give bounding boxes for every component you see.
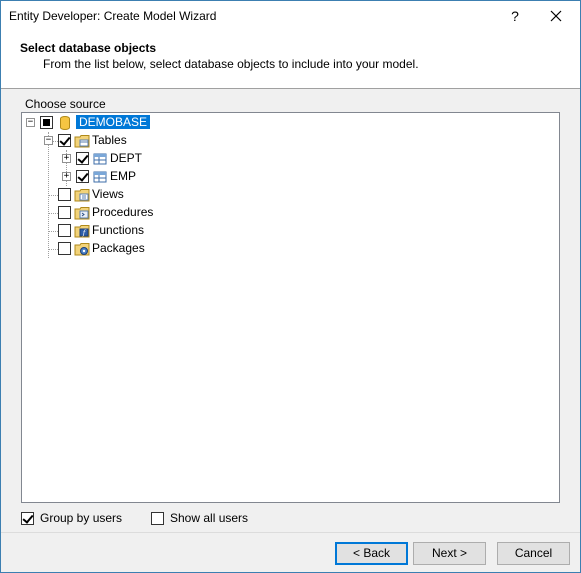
tree-node-dept[interactable]: + DEPT [22,150,222,168]
table-icon [93,153,107,165]
packages-checkbox[interactable] [58,242,71,255]
source-tree[interactable]: − DEMOBASE − Tables + DEPT + EMP Views P… [21,112,560,503]
procedures-checkbox[interactable] [58,206,71,219]
collapse-toggle[interactable]: − [44,136,53,145]
tree-node-procedures[interactable]: Procedures [22,204,222,222]
database-icon [60,116,70,130]
folder-functions-icon: f [74,225,90,238]
page-title: Select database objects [20,41,157,55]
tables-checkbox[interactable] [58,134,71,147]
folder-tables-icon [74,135,90,148]
show-all-users-option[interactable]: Show all users [151,511,248,525]
functions-label[interactable]: Functions [92,223,144,237]
show-all-users-checkbox[interactable] [151,511,164,525]
next-button[interactable]: Next > [413,542,486,565]
page-subtitle: From the list below, select database obj… [43,57,419,71]
cancel-button[interactable]: Cancel [497,542,570,565]
show-all-users-label[interactable]: Show all users [170,511,248,525]
help-button[interactable]: ? [505,6,525,26]
tree-node-views[interactable]: Views [22,186,222,204]
views-label[interactable]: Views [92,187,124,201]
collapse-toggle[interactable]: − [26,118,35,127]
emp-label[interactable]: EMP [110,169,136,183]
emp-checkbox[interactable] [76,170,89,183]
packages-label[interactable]: Packages [92,241,145,255]
expand-toggle[interactable]: + [62,172,71,181]
group-by-users-checkbox[interactable] [21,511,34,525]
back-button[interactable]: < Back [335,542,408,565]
close-icon [550,10,562,22]
choose-source-label: Choose source [25,97,106,111]
demobase-checkbox[interactable] [40,116,53,129]
tree-node-demobase[interactable]: − DEMOBASE [22,114,222,132]
folder-views-icon [74,189,90,202]
tree-node-functions[interactable]: f Functions [22,222,222,240]
wizard-header: Select database objects From the list be… [1,31,580,89]
procedures-label[interactable]: Procedures [92,205,153,219]
views-checkbox[interactable] [58,188,71,201]
tree-node-emp[interactable]: + EMP [22,168,222,186]
footer-divider [1,532,580,533]
wizard-window: Entity Developer: Create Model Wizard ? … [0,0,581,573]
group-by-users-option[interactable]: Group by users [21,511,122,525]
folder-packages-icon [74,243,90,256]
demobase-label[interactable]: DEMOBASE [76,115,151,129]
tables-label[interactable]: Tables [92,133,127,147]
functions-checkbox[interactable] [58,224,71,237]
title-bar: Entity Developer: Create Model Wizard ? [1,1,580,31]
group-by-users-label[interactable]: Group by users [40,511,122,525]
tree-node-packages[interactable]: Packages [22,240,222,258]
dept-checkbox[interactable] [76,152,89,165]
dept-label[interactable]: DEPT [110,151,142,165]
table-icon [93,171,107,183]
tree-node-tables[interactable]: − Tables [22,132,222,150]
close-button[interactable] [541,5,571,27]
folder-procedures-icon [74,207,90,220]
window-title: Entity Developer: Create Model Wizard [9,9,217,23]
expand-toggle[interactable]: + [62,154,71,163]
